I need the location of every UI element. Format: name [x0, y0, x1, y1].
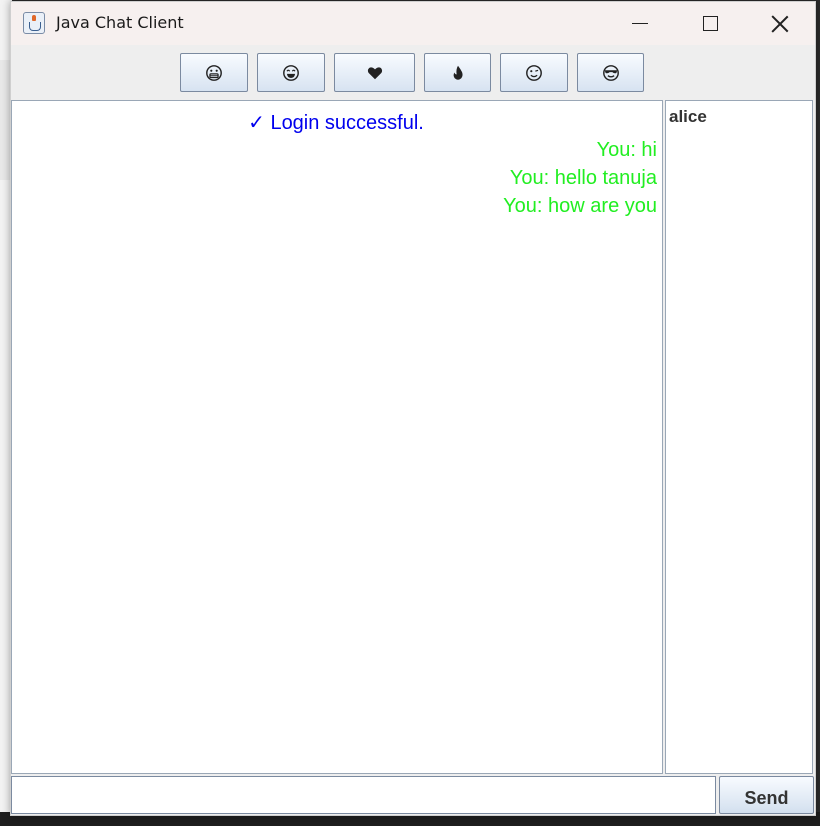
- minimize-icon: [632, 22, 648, 25]
- chat-message: You: hello tanuja: [509, 167, 657, 189]
- maximize-icon: [702, 16, 718, 31]
- heart-icon: [367, 66, 382, 79]
- emoji-button-fire[interactable]: [424, 53, 491, 92]
- chat-message: You: how are you: [503, 195, 657, 217]
- laughing-face-icon: [283, 64, 299, 81]
- send-button[interactable]: Send: [719, 776, 814, 814]
- chat-window: Java Chat Client ✓ Login successful. You…: [10, 1, 816, 816]
- emoji-button-heart[interactable]: [334, 53, 415, 92]
- close-button[interactable]: [757, 2, 803, 45]
- message-input[interactable]: [11, 776, 716, 814]
- user-list-item[interactable]: alice: [669, 107, 707, 127]
- chat-messages-area[interactable]: ✓ Login successful. You: hi You: hello t…: [11, 100, 663, 774]
- emoji-button-grinning[interactable]: [180, 53, 248, 92]
- emoji-button-sunglasses[interactable]: [577, 53, 644, 92]
- emoji-button-winking[interactable]: [500, 53, 568, 92]
- chat-message: You: hi: [596, 139, 657, 161]
- window-title: Java Chat Client: [56, 13, 184, 32]
- fire-icon: [453, 65, 463, 80]
- maximize-button[interactable]: [687, 2, 733, 45]
- java-app-icon: [23, 12, 45, 34]
- close-icon: [771, 15, 789, 33]
- grinning-face-icon: [206, 64, 222, 81]
- sunglasses-face-icon: [602, 64, 619, 81]
- winking-face-icon: [526, 64, 542, 81]
- minimize-button[interactable]: [617, 2, 663, 45]
- emoji-button-laughing[interactable]: [257, 53, 325, 92]
- system-message: ✓ Login successful.: [248, 112, 424, 134]
- title-bar[interactable]: Java Chat Client: [11, 2, 815, 45]
- online-users-list[interactable]: alice: [665, 100, 813, 774]
